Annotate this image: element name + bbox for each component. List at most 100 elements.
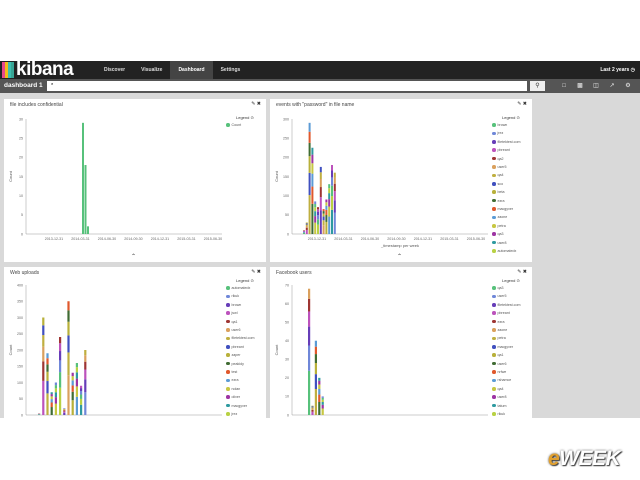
legend-item[interactable]: oliver: [226, 395, 240, 399]
legend-item[interactable]: qa1: [492, 353, 504, 357]
chart-bar[interactable]: [311, 407, 314, 409]
legend-item[interactable]: qa4: [492, 387, 504, 391]
chart-bar[interactable]: [317, 207, 319, 210]
chart-bar[interactable]: [328, 184, 331, 189]
chart-bar[interactable]: [333, 200, 336, 213]
chart-bar[interactable]: [80, 398, 83, 405]
chart-bar[interactable]: [67, 335, 70, 353]
chart-bar[interactable]: [303, 231, 305, 232]
legend-item[interactable]: automatedx: [492, 249, 516, 253]
chart-bar[interactable]: [333, 172, 336, 178]
chart-bar[interactable]: [67, 321, 70, 336]
legend-item[interactable]: filetektest.com: [492, 303, 520, 307]
legend-item[interactable]: rikuk: [492, 412, 505, 416]
chart-bar[interactable]: [328, 206, 331, 217]
open-icon[interactable]: ◫: [588, 79, 604, 93]
legend-header[interactable]: Legend ⊙: [236, 115, 254, 120]
chart-bar[interactable]: [319, 172, 322, 179]
chart-bar[interactable]: [75, 367, 78, 373]
chart-bar[interactable]: [319, 210, 322, 234]
chart-bar[interactable]: [325, 209, 328, 216]
chart-bar[interactable]: [54, 392, 57, 398]
chart-bar[interactable]: [314, 354, 317, 363]
chart-bar[interactable]: [325, 202, 328, 206]
legend-item[interactable]: petra: [492, 336, 506, 340]
legend-item[interactable]: user6: [492, 362, 507, 366]
share-icon[interactable]: ↗: [604, 79, 620, 93]
legend-item[interactable]: sco: [492, 182, 503, 186]
legend-item[interactable]: macgyver: [226, 404, 247, 408]
legend-item[interactable]: qa3: [492, 232, 504, 236]
chart-bar[interactable]: [87, 226, 89, 234]
chart-bar[interactable]: [54, 397, 57, 404]
chart-bar[interactable]: [50, 392, 53, 395]
new-dashboard-icon[interactable]: □: [556, 79, 572, 93]
legend-item[interactable]: jrez: [492, 131, 503, 135]
chart-bar[interactable]: [84, 392, 87, 415]
chart-bar[interactable]: [321, 396, 324, 398]
chart-bar[interactable]: [80, 394, 83, 399]
legend-item[interactable]: zaone: [492, 215, 507, 219]
chart-bar[interactable]: [311, 408, 314, 410]
chart-bar[interactable]: [322, 213, 325, 217]
chart-bar[interactable]: [71, 385, 74, 392]
chart-bar[interactable]: [318, 384, 321, 389]
chart-bar[interactable]: [80, 391, 83, 395]
legend-item[interactable]: qa1: [226, 320, 238, 324]
legend-item[interactable]: nrfwe: [492, 370, 506, 374]
chart-bar[interactable]: [305, 225, 308, 228]
chart-bar[interactable]: [46, 358, 49, 365]
chart-bar[interactable]: [80, 388, 83, 392]
chart-bar[interactable]: [75, 363, 78, 368]
chart-bar[interactable]: [63, 410, 66, 412]
legend-item[interactable]: jswl: [226, 311, 238, 315]
chart-bar[interactable]: [67, 352, 70, 376]
legend-item[interactable]: pbreant: [492, 311, 510, 315]
chart-bar[interactable]: [311, 411, 314, 415]
chart-bar[interactable]: [321, 404, 324, 409]
chart-bar[interactable]: [308, 131, 311, 143]
time-range-picker[interactable]: Last 2 years ◷: [600, 61, 635, 79]
chart-bar[interactable]: [75, 396, 78, 415]
chart-bar[interactable]: [318, 377, 321, 381]
chart-bar[interactable]: [317, 209, 319, 212]
chart-bar[interactable]: [54, 382, 57, 386]
chart-bar[interactable]: [321, 397, 324, 400]
chart-bar[interactable]: [314, 222, 317, 234]
chart-bar[interactable]: [311, 203, 314, 234]
legend-item[interactable]: ezra: [492, 199, 505, 203]
chart-bar[interactable]: [314, 389, 317, 415]
chart-bar[interactable]: [322, 216, 325, 221]
chart-bar[interactable]: [325, 199, 328, 203]
chart-bar[interactable]: [42, 317, 45, 326]
legend-item[interactable]: ezra: [492, 320, 505, 324]
chart-bar[interactable]: [319, 197, 322, 211]
save-icon[interactable]: ▩: [572, 79, 588, 93]
legend-item[interactable]: test: [226, 370, 237, 374]
chart-bar[interactable]: [328, 193, 331, 200]
legend-item[interactable]: user8: [492, 395, 507, 399]
collapse-chevron-icon[interactable]: ⌃: [131, 253, 136, 260]
chart-bar[interactable]: [319, 187, 322, 198]
chart-bar[interactable]: [59, 351, 62, 361]
chart-bar[interactable]: [71, 380, 74, 386]
legend-item[interactable]: tatum: [492, 404, 507, 408]
chart-bar[interactable]: [317, 215, 319, 220]
chart-bar[interactable]: [311, 173, 314, 187]
chart-bar[interactable]: [314, 216, 317, 223]
chart-bar[interactable]: [84, 165, 87, 234]
legend-item[interactable]: Count: [226, 123, 241, 127]
chart-bar[interactable]: [325, 215, 328, 222]
chart-bar[interactable]: [328, 216, 331, 234]
chart-bar[interactable]: [42, 380, 45, 415]
chart-bar[interactable]: [67, 301, 70, 311]
legend-item[interactable]: brown: [492, 123, 507, 127]
legend-item[interactable]: jrez: [226, 412, 237, 416]
chart-bar[interactable]: [71, 391, 74, 401]
chart-bar[interactable]: [67, 375, 70, 415]
chart-bar[interactable]: [54, 385, 57, 389]
search-input[interactable]: [47, 81, 527, 91]
tab-discover[interactable]: Discover: [96, 61, 133, 79]
legend-item[interactable]: user6: [226, 328, 241, 332]
chart-bar[interactable]: [50, 396, 53, 400]
